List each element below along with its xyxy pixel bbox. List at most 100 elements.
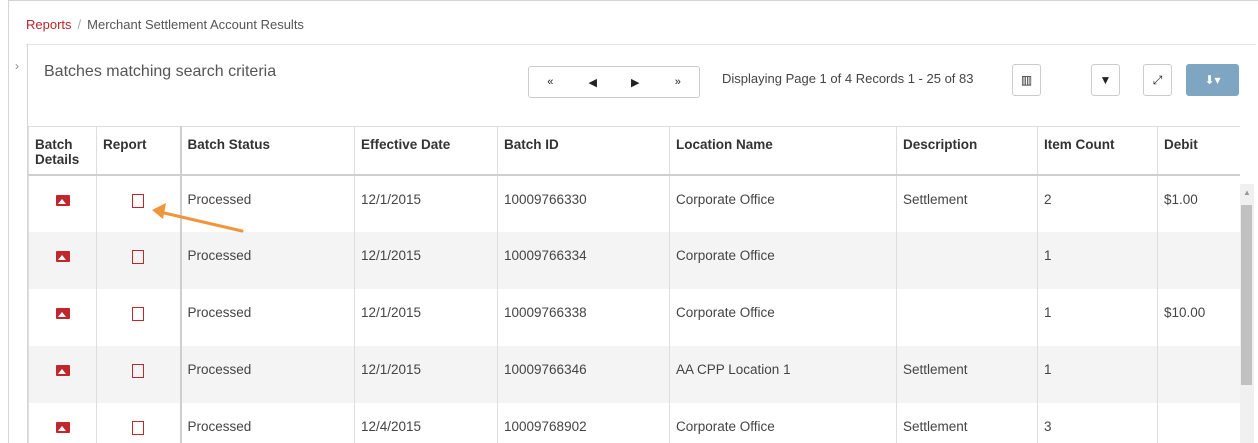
item-count-cell: 1 xyxy=(1037,231,1158,289)
filter-button[interactable]: ▼ xyxy=(1091,64,1120,96)
debit-cell xyxy=(1157,345,1240,403)
location-name-cell: Corporate Office xyxy=(669,288,897,346)
effective-date-cell: 12/4/2015 xyxy=(354,402,498,443)
pdf-icon[interactable] xyxy=(132,306,145,321)
item-count-cell: 2 xyxy=(1037,174,1158,232)
batch-status-cell: Processed xyxy=(179,288,355,346)
description-cell xyxy=(896,288,1038,346)
columns-icon: ▥ xyxy=(1020,73,1033,87)
column-header-debit[interactable]: Debit xyxy=(1157,126,1240,176)
column-header-item-count[interactable]: Item Count xyxy=(1037,126,1158,176)
description-cell: Settlement xyxy=(896,174,1038,232)
table-row: Processed 12/1/2015 10009766334 Corporat… xyxy=(28,231,1240,289)
filter-icon: ▼ xyxy=(1099,73,1112,87)
pagination-controls: « ◀ ▶ » xyxy=(528,66,700,98)
columns-button[interactable]: ▥ xyxy=(1012,64,1041,96)
item-count-cell: 1 xyxy=(1037,345,1158,403)
location-name-cell: Corporate Office xyxy=(669,174,897,232)
table-row: Processed 12/1/2015 10009766346 AA CPP L… xyxy=(28,345,1240,403)
next-page-button[interactable]: ▶ xyxy=(614,67,657,97)
location-name-cell: Corporate Office xyxy=(669,231,897,289)
effective-date-cell: 12/1/2015 xyxy=(354,174,498,232)
batch-details-cell xyxy=(28,288,97,346)
batch-status-cell: Processed xyxy=(179,402,355,443)
debit-cell xyxy=(1157,402,1240,443)
expand-icon: ⤢ xyxy=(1152,72,1163,87)
double-chevron-left-icon: « xyxy=(547,76,554,88)
column-header-batch-details[interactable]: Batch Details xyxy=(28,126,97,176)
report-cell xyxy=(96,231,181,289)
effective-date-cell: 12/1/2015 xyxy=(354,345,498,403)
double-chevron-right-icon: » xyxy=(674,76,681,88)
header-line: Details xyxy=(35,152,80,167)
pdf-icon[interactable] xyxy=(132,249,145,264)
column-header-batch-status[interactable]: Batch Status xyxy=(179,126,355,176)
pdf-icon[interactable] xyxy=(132,363,145,378)
breadcrumb-separator: / xyxy=(77,17,82,32)
batch-details-cell xyxy=(28,345,97,403)
page-title: Batches matching search criteria xyxy=(44,63,277,80)
report-cell xyxy=(96,402,181,443)
debit-cell xyxy=(1157,231,1240,289)
sidebar-toggle-icon[interactable]: › xyxy=(10,58,24,76)
effective-date-cell: 12/1/2015 xyxy=(354,231,498,289)
image-icon[interactable] xyxy=(55,421,70,433)
pdf-icon[interactable] xyxy=(132,420,145,435)
debit-cell: $1.00 xyxy=(1157,174,1240,232)
results-table: Batch Details Report Batch Status Effecti… xyxy=(28,126,1240,443)
batch-id-cell: 10009766346 xyxy=(497,345,670,403)
column-header-batch-id[interactable]: Batch ID xyxy=(497,126,670,176)
table-row: Processed 12/1/2015 10009766338 Corporat… xyxy=(28,288,1240,346)
image-icon[interactable] xyxy=(55,194,70,206)
triangle-left-icon: ◀ xyxy=(588,76,597,89)
report-cell xyxy=(96,174,181,232)
table-row: Processed 12/1/2015 10009766330 Corporat… xyxy=(28,174,1240,232)
first-page-button[interactable]: « xyxy=(529,67,572,97)
batch-details-cell xyxy=(28,231,97,289)
download-icon: ⬇▾ xyxy=(1204,73,1221,87)
batch-details-cell xyxy=(28,174,97,232)
table-row: Processed 12/4/2015 10009768902 Corporat… xyxy=(28,402,1240,443)
report-cell xyxy=(96,345,181,403)
scrollbar-thumb[interactable] xyxy=(1241,205,1252,385)
image-icon[interactable] xyxy=(55,364,70,376)
scroll-up-arrow-icon[interactable]: ▲ xyxy=(1243,188,1251,197)
report-cell xyxy=(96,288,181,346)
triangle-right-icon: ▶ xyxy=(631,76,640,89)
item-count-cell: 3 xyxy=(1037,402,1158,443)
breadcrumb: Reports / Merchant Settlement Account Resu… xyxy=(26,17,304,32)
image-icon[interactable] xyxy=(55,250,70,262)
table-header-row: Batch Details Report Batch Status Effecti… xyxy=(28,126,1240,176)
column-header-description[interactable]: Description xyxy=(896,126,1038,176)
prev-page-button[interactable]: ◀ xyxy=(572,67,615,97)
batch-status-cell: Processed xyxy=(179,231,355,289)
column-header-effective-date[interactable]: Effective Date xyxy=(354,126,498,176)
breadcrumb-reports-link[interactable]: Reports xyxy=(26,17,72,32)
column-header-location-name[interactable]: Location Name xyxy=(669,126,897,176)
description-cell xyxy=(896,231,1038,289)
image-icon[interactable] xyxy=(55,307,70,319)
location-name-cell: Corporate Office xyxy=(669,402,897,443)
location-name-cell: AA CPP Location 1 xyxy=(669,345,897,403)
last-page-button[interactable]: » xyxy=(657,67,700,97)
batch-id-cell: 10009766330 xyxy=(497,174,670,232)
batch-id-cell: 10009766334 xyxy=(497,231,670,289)
batch-status-cell: Processed xyxy=(179,174,355,232)
batch-id-cell: 10009768902 xyxy=(497,402,670,443)
item-count-cell: 1 xyxy=(1037,288,1158,346)
column-header-report[interactable]: Report xyxy=(96,126,181,176)
pagination-info: Displaying Page 1 of 4 Records 1 - 25 of… xyxy=(722,71,974,86)
divider xyxy=(26,44,1256,45)
batch-id-cell: 10009766338 xyxy=(497,288,670,346)
header-line: Batch xyxy=(35,137,73,152)
pdf-icon[interactable] xyxy=(132,193,145,208)
breadcrumb-current: Merchant Settlement Account Results xyxy=(87,17,304,32)
results-table-container: Batch Details Report Batch Status Effecti… xyxy=(28,126,1240,443)
batch-details-cell xyxy=(28,402,97,443)
effective-date-cell: 12/1/2015 xyxy=(354,288,498,346)
description-cell: Settlement xyxy=(896,345,1038,403)
export-button[interactable]: ⬇▾ xyxy=(1186,64,1239,96)
fullscreen-button[interactable]: ⤢ xyxy=(1143,64,1172,96)
debit-cell: $10.00 xyxy=(1157,288,1240,346)
batch-status-cell: Processed xyxy=(179,345,355,403)
